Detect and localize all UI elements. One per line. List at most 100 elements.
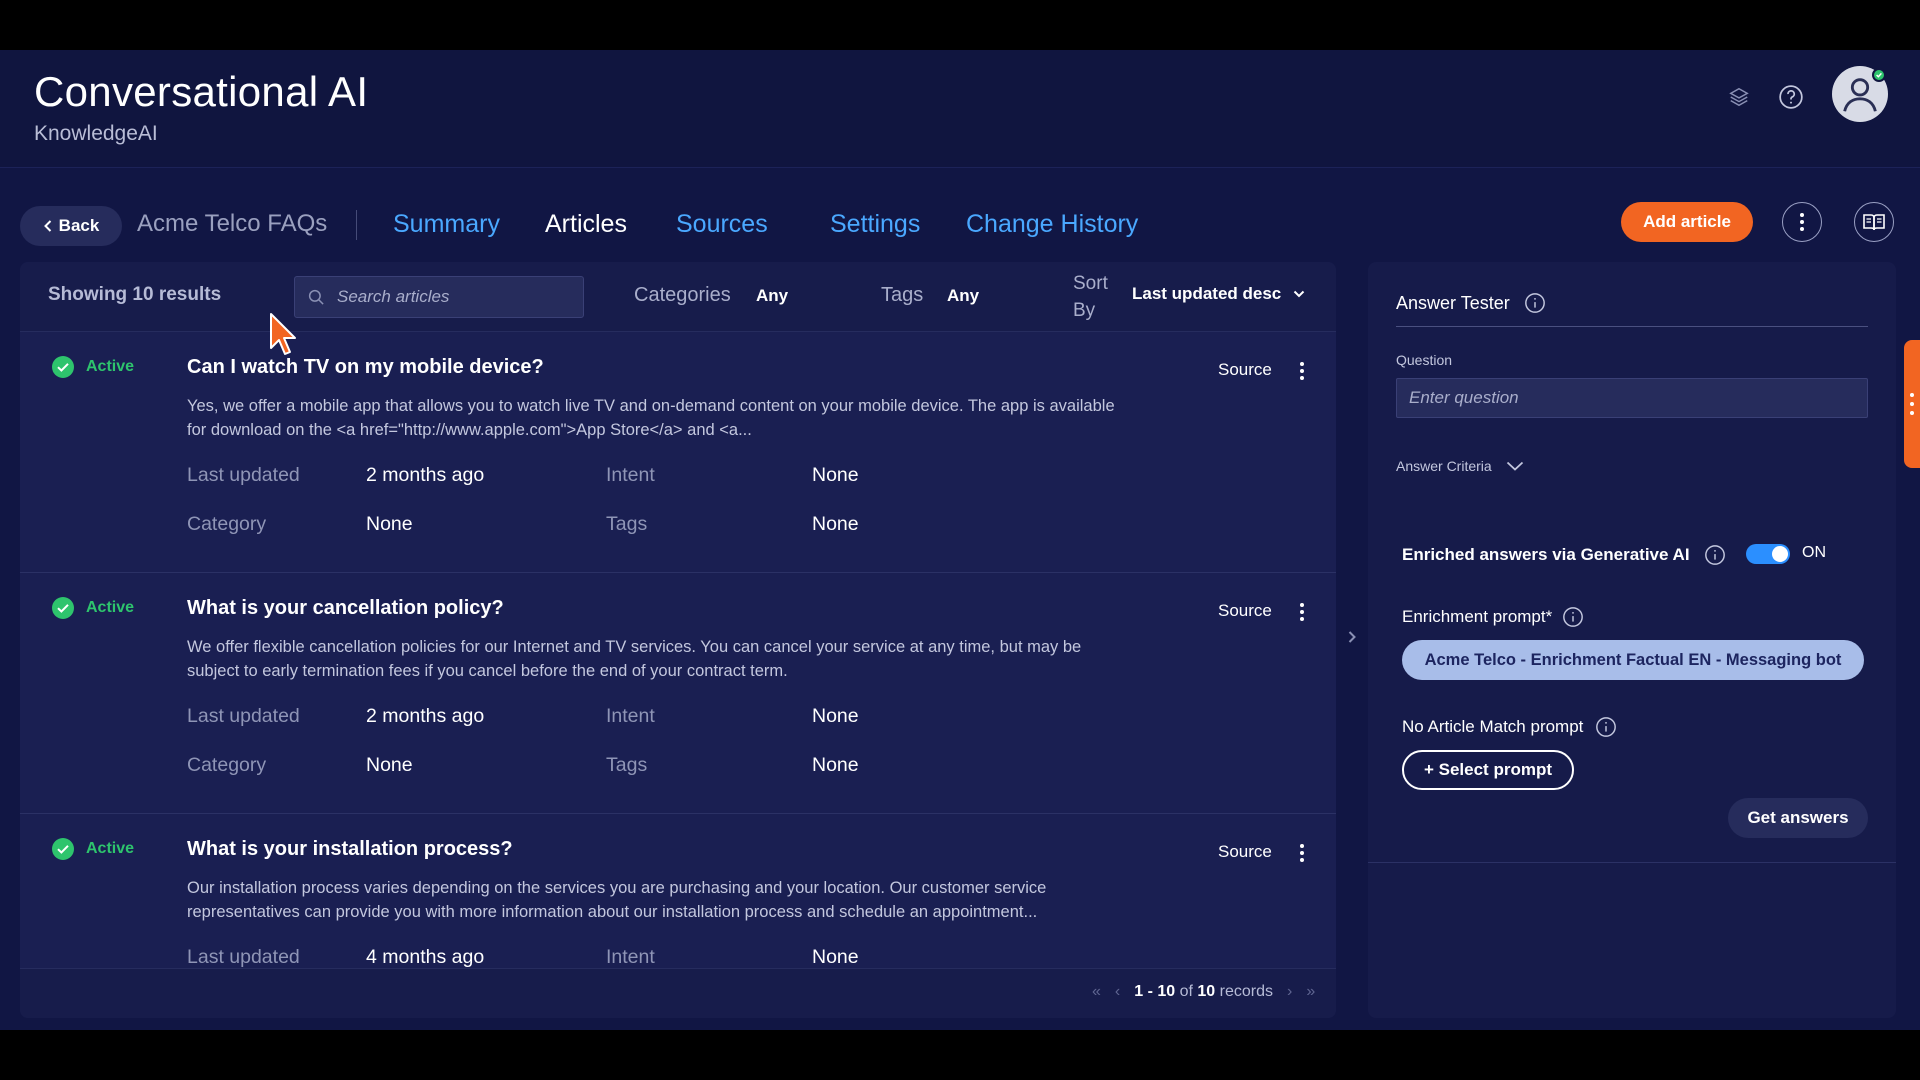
no-article-match-row: No Article Match prompt [1402, 716, 1617, 738]
back-label: Back [58, 216, 100, 235]
toggle-state: ON [1802, 544, 1826, 561]
prev-page-icon[interactable]: ‹ [1115, 983, 1120, 1001]
intent-label: Intent [606, 946, 655, 968]
handle-dot [1910, 393, 1914, 397]
chevron-down-icon [1506, 461, 1523, 471]
no-article-match-label: No Article Match prompt [1402, 717, 1584, 736]
article-title[interactable]: What is your cancellation policy? [187, 597, 504, 620]
info-icon[interactable] [1524, 292, 1546, 314]
last-updated-value: 4 months ago [366, 946, 485, 968]
page-range-text: 1 - 10 of 10 records [1134, 983, 1273, 1001]
pagination: « ‹ 1 - 10 of 10 records › » [1092, 983, 1315, 1001]
article-menu-icon[interactable] [1292, 838, 1312, 868]
last-updated-value: 2 months ago [366, 464, 485, 486]
chevron-right-icon[interactable] [1343, 628, 1361, 646]
more-options-button[interactable] [1782, 202, 1822, 242]
last-page-icon[interactable]: » [1306, 983, 1315, 1001]
article-menu-icon[interactable] [1292, 356, 1312, 386]
last-updated-label: Last updated [187, 705, 300, 727]
page-range: 1 - 10 [1134, 983, 1176, 1000]
source-link[interactable]: Source [1218, 360, 1272, 380]
categories-filter[interactable]: Any [756, 286, 788, 306]
add-article-button[interactable]: Add article [1621, 202, 1753, 242]
answer-criteria-toggle[interactable]: Answer Criteria [1396, 458, 1524, 474]
status-text: Active [86, 358, 135, 375]
info-icon[interactable] [1562, 606, 1584, 628]
category-label: Category [187, 513, 267, 535]
sort-dropdown[interactable]: Last updated desc [1132, 284, 1305, 304]
question-input[interactable] [1396, 378, 1868, 418]
source-link[interactable]: Source [1218, 842, 1272, 862]
article-nav: Back Acme Telco FAQs Summary Articles So… [0, 190, 1920, 262]
last-updated-label: Last updated [187, 946, 300, 968]
enrichment-prompt-chip[interactable]: Acme Telco - Enrichment Factual EN - Mes… [1402, 640, 1864, 680]
filter-bar: Showing 10 results Categories Any Tags A… [20, 262, 1336, 332]
side-drawer-handle[interactable] [1904, 340, 1920, 468]
tab-change-history[interactable]: Change History [966, 210, 1138, 239]
article-title[interactable]: What is your installation process? [187, 838, 513, 861]
results-count: Showing 10 results [48, 284, 222, 305]
letterbox-top [0, 0, 1920, 50]
info-icon[interactable] [1595, 716, 1617, 738]
category-value: None [366, 754, 413, 776]
select-prompt-button[interactable]: + Select prompt [1402, 750, 1574, 790]
handle-dot [1910, 402, 1914, 406]
answer-tester-header: Answer Tester [1396, 292, 1546, 314]
article-row[interactable]: Active Can I watch TV on my mobile devic… [20, 332, 1336, 573]
status-badge: Active [52, 838, 134, 860]
next-page-icon[interactable]: › [1287, 983, 1292, 1001]
book-view-button[interactable] [1854, 202, 1894, 242]
info-icon[interactable] [1704, 544, 1726, 566]
tab-sources[interactable]: Sources [676, 210, 768, 239]
page-of: of [1179, 983, 1193, 1000]
tags-meta-value: None [812, 513, 859, 535]
tab-summary[interactable]: Summary [393, 210, 500, 239]
categories-label: Categories [634, 284, 731, 306]
intent-value: None [812, 946, 859, 968]
last-updated-label: Last updated [187, 464, 300, 486]
tab-settings[interactable]: Settings [830, 210, 920, 239]
chevron-left-icon [43, 220, 51, 232]
back-button[interactable]: Back [20, 206, 122, 246]
breadcrumb: Acme Telco FAQs [137, 210, 328, 237]
article-body: Our installation process varies dependin… [187, 879, 1047, 921]
answer-tester-panel: Answer Tester Question Answer Criteria E… [1368, 262, 1896, 1018]
tags-meta-label: Tags [606, 754, 648, 776]
kebab-menu-icon [1800, 213, 1804, 231]
help-icon[interactable] [1774, 80, 1808, 114]
get-answers-button[interactable]: Get answers [1728, 798, 1868, 838]
enriched-answers-toggle[interactable] [1746, 544, 1790, 564]
status-badge: Active [52, 356, 134, 378]
answer-tester-title: Answer Tester [1396, 292, 1510, 313]
search-input[interactable] [337, 287, 557, 307]
first-page-icon[interactable]: « [1092, 983, 1101, 1001]
app-title: Conversational AI [34, 68, 369, 115]
tags-filter[interactable]: Any [947, 286, 979, 306]
intent-value: None [812, 705, 859, 727]
tab-articles[interactable]: Articles [545, 210, 627, 239]
intent-label: Intent [606, 464, 655, 486]
article-title[interactable]: Can I watch TV on my mobile device? [187, 356, 544, 379]
tags-label: Tags [881, 284, 924, 306]
online-status-icon [1872, 68, 1886, 82]
divider [1396, 326, 1868, 327]
check-circle-icon [52, 597, 74, 619]
article-row[interactable]: Active What is your cancellation policy?… [20, 573, 1336, 814]
letterbox-bottom [0, 1030, 1920, 1080]
article-body: Yes, we offer a mobile app that allows y… [187, 397, 1115, 439]
page-total: 10 [1197, 983, 1216, 1000]
app-subtitle: KnowledgeAI [34, 122, 158, 145]
sort-label: Sort By [1073, 273, 1108, 321]
layers-icon[interactable] [1722, 80, 1756, 114]
search-icon [308, 289, 324, 305]
book-icon [1863, 214, 1885, 231]
check-circle-icon [52, 838, 74, 860]
enriched-answers-label: Enriched answers via Generative AI [1402, 545, 1690, 564]
mouse-cursor-icon [270, 313, 296, 355]
search-box[interactable] [294, 276, 584, 318]
answer-criteria-label: Answer Criteria [1396, 458, 1492, 474]
article-menu-icon[interactable] [1292, 597, 1312, 627]
handle-dot [1910, 411, 1914, 415]
check-circle-icon [52, 356, 74, 378]
source-link[interactable]: Source [1218, 601, 1272, 621]
